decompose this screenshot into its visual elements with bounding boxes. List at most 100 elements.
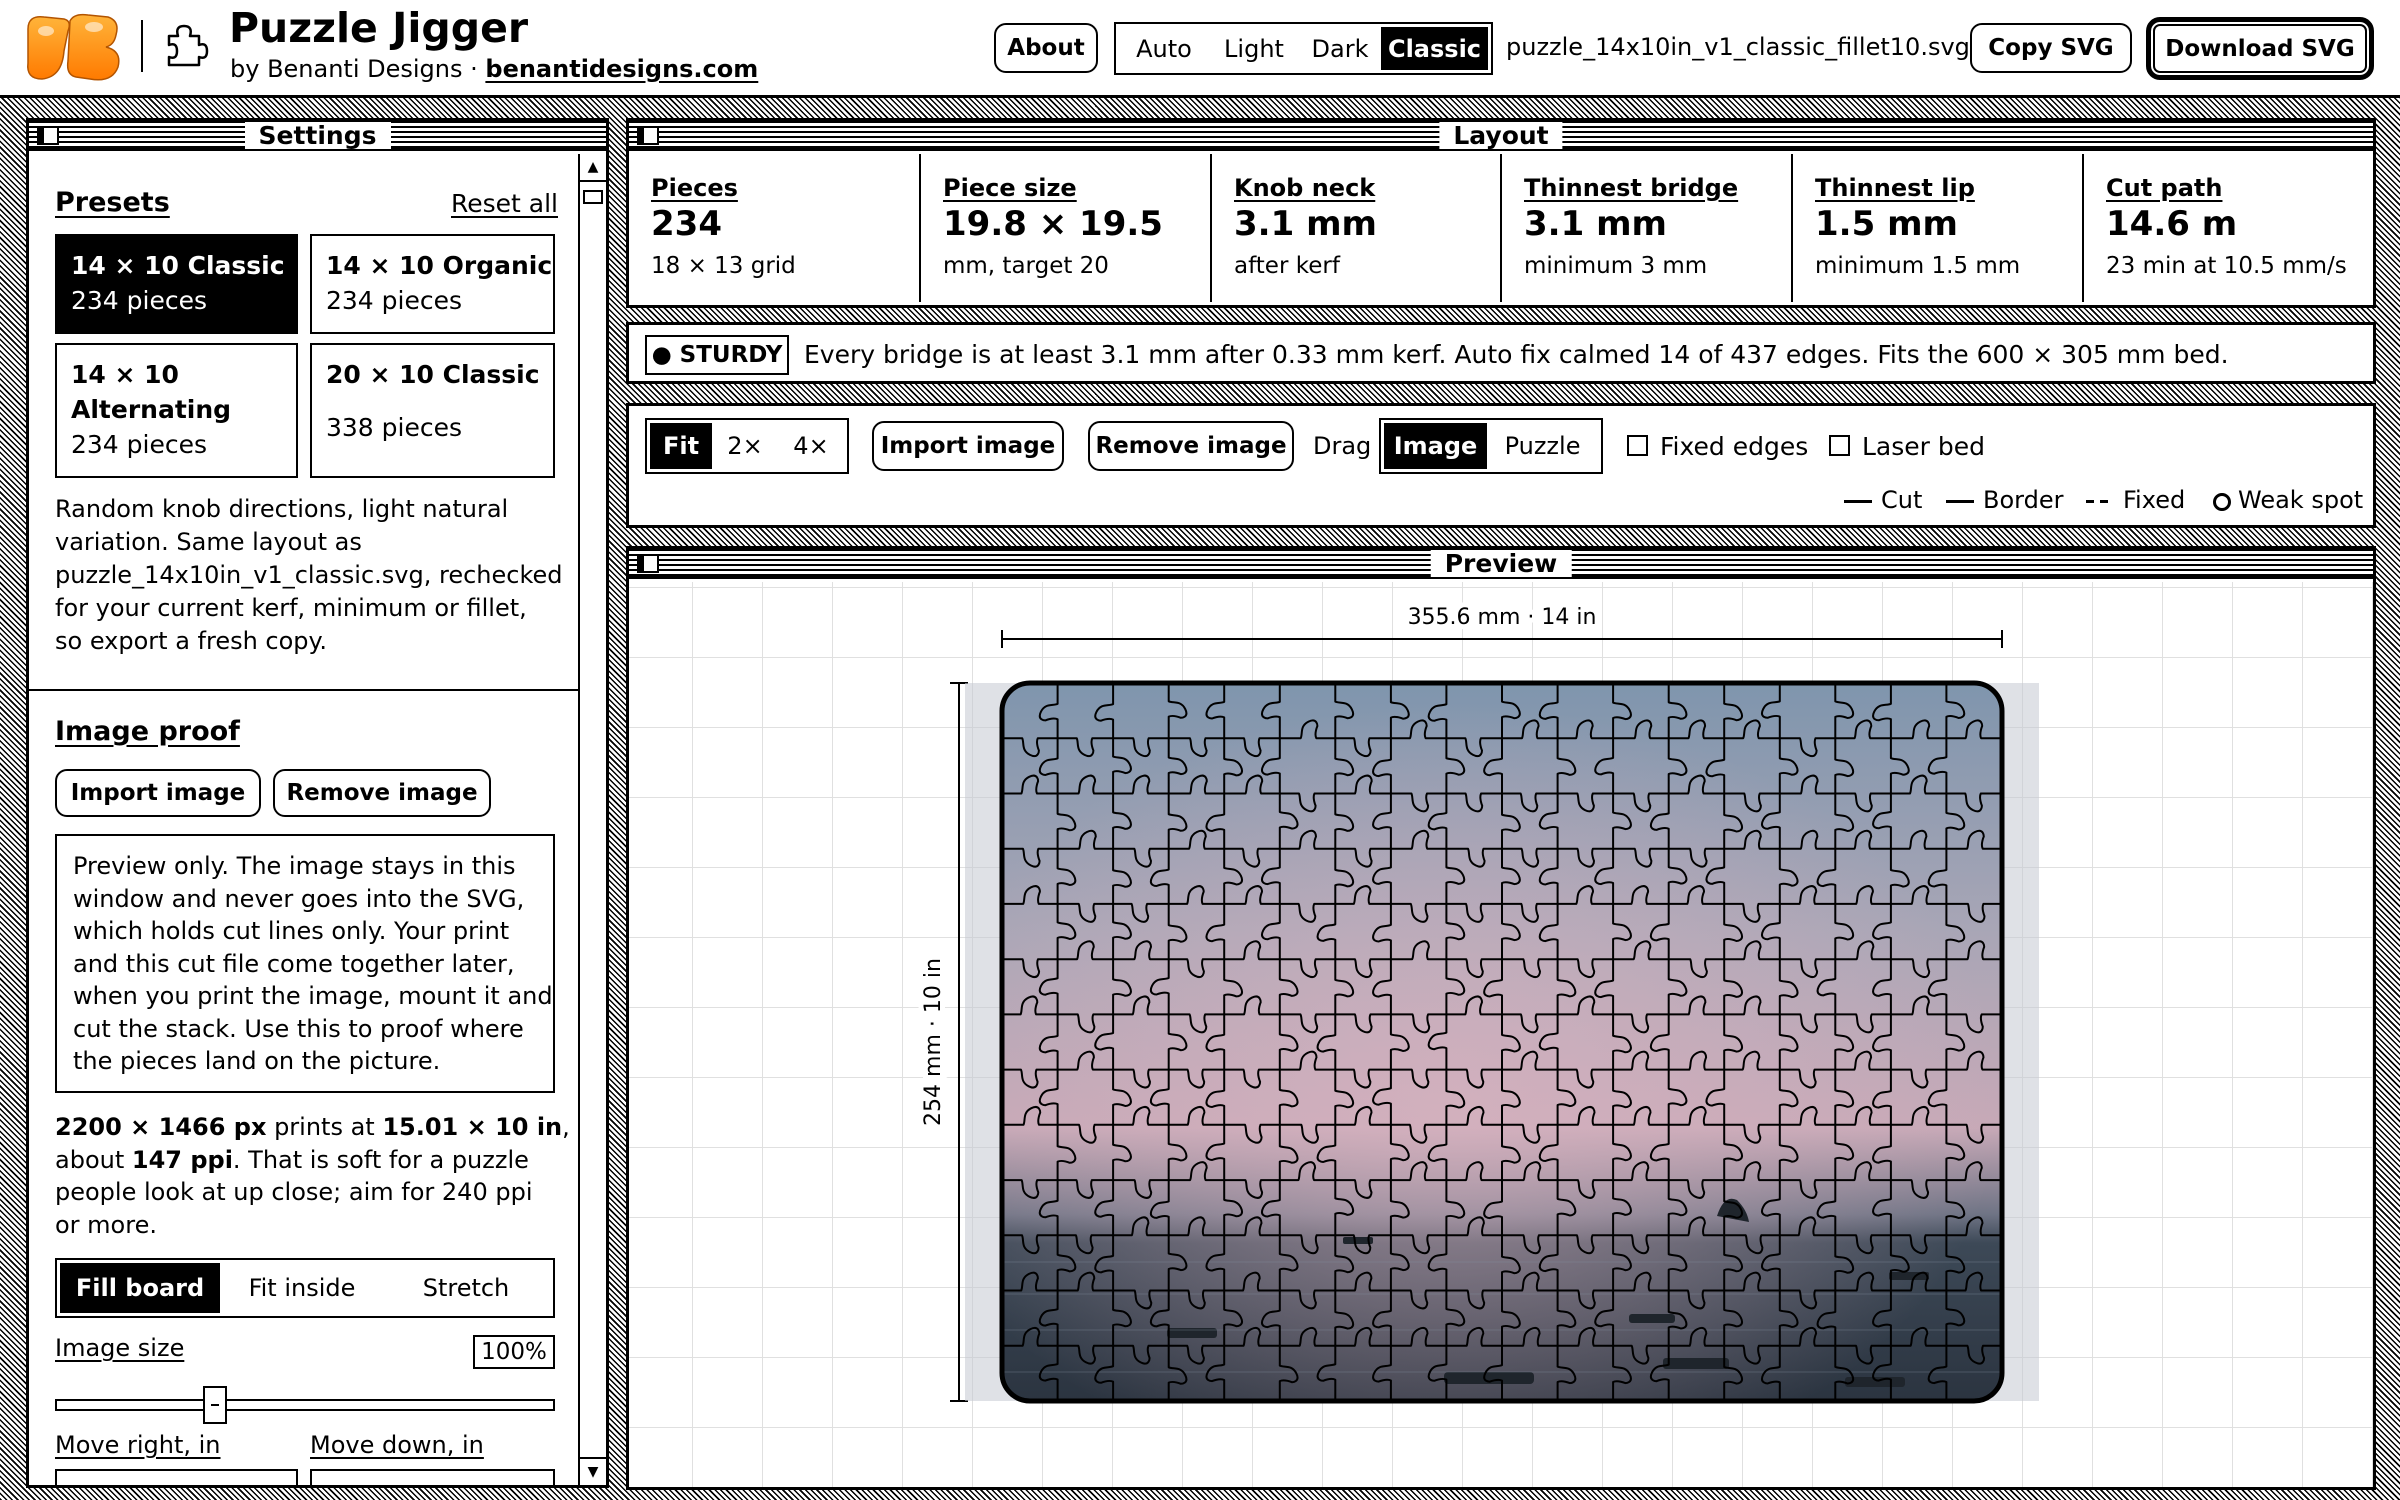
- layout-panel: Layout Pieces 234 18 × 13 grid Piece siz…: [626, 118, 2376, 308]
- legend-border-line: [1946, 500, 1974, 503]
- stat-sub: 18 × 13 grid: [651, 253, 796, 279]
- res-inches: 15.01 × 10 in: [382, 1113, 563, 1141]
- move-right-label: Move right, in: [55, 1431, 221, 1459]
- scroll-down-arrow-icon[interactable]: ▼: [580, 1457, 606, 1485]
- zoom-4x[interactable]: 4×: [778, 423, 844, 469]
- drag-puzzle[interactable]: Puzzle: [1487, 423, 1598, 469]
- laser-bed-label[interactable]: Laser bed: [1862, 432, 1985, 461]
- byline-link[interactable]: benantidesigns.com: [485, 55, 758, 83]
- stat-value: 234: [651, 204, 722, 244]
- stat-sub: minimum 3 mm: [1524, 253, 1708, 279]
- preset-count: 234 pieces: [326, 286, 463, 315]
- fit-mode-switcher: Fill board Fit inside Stretch: [55, 1258, 555, 1318]
- drag-label: Drag: [1313, 432, 1372, 460]
- stat-label: Cut path: [2106, 174, 2223, 202]
- dimension-width: [1001, 630, 2003, 648]
- theme-dark[interactable]: Dark: [1299, 27, 1381, 70]
- slider-thumb[interactable]: [203, 1386, 227, 1424]
- fit-mode-fill[interactable]: Fill board: [60, 1263, 220, 1313]
- about-button[interactable]: About: [994, 23, 1098, 73]
- res-t3: about: [55, 1145, 132, 1174]
- legend-cut-line: [1844, 500, 1872, 503]
- theme-auto[interactable]: Auto: [1119, 27, 1209, 70]
- preset-name: 14 × 10 Classic: [71, 251, 285, 280]
- drag-mode-switcher: Image Puzzle: [1379, 418, 1603, 474]
- laser-bed-checkbox[interactable]: [1829, 435, 1850, 456]
- res-t1: prints at: [266, 1113, 383, 1141]
- preset-name: 14 × 10 Alternating: [71, 357, 231, 427]
- puzzle-preview[interactable]: 355.6 mm · 14 in 254 mm · 10 in: [629, 582, 2373, 1487]
- preset-name: 20 × 10 Classic: [326, 360, 540, 389]
- move-down-input[interactable]: [310, 1469, 555, 1485]
- puzzle-image: [1002, 683, 2002, 1401]
- zoom-2x[interactable]: 2×: [712, 423, 778, 469]
- top-bar: Puzzle Jigger by Benanti Designs · benan…: [0, 0, 2400, 98]
- remove-image-button[interactable]: Remove image: [273, 769, 491, 817]
- fixed-edges-label[interactable]: Fixed edges: [1660, 432, 1808, 461]
- move-down-label: Move down, in: [310, 1431, 484, 1459]
- app-byline: by Benanti Designs · benantidesigns.com: [230, 55, 758, 83]
- preset-14x10-organic[interactable]: 14 × 10 Organic 234 pieces: [310, 234, 555, 334]
- reset-all-link[interactable]: Reset all: [451, 189, 558, 218]
- move-right-input[interactable]: [55, 1469, 298, 1485]
- drag-image[interactable]: Image: [1384, 423, 1488, 469]
- theme-classic[interactable]: Classic: [1381, 27, 1488, 70]
- settings-title: Settings: [244, 122, 391, 149]
- stat-label: Thinnest bridge: [1524, 174, 1739, 202]
- toolbar-import-image-button[interactable]: Import image: [872, 421, 1064, 471]
- zoom-switcher: Fit 2× 4×: [645, 418, 849, 474]
- stat-piece-size: Piece size 19.8 × 19.5 mm, target 20: [921, 154, 1212, 302]
- fit-mode-stretch[interactable]: Stretch: [384, 1263, 548, 1313]
- scroll-up-arrow-icon[interactable]: ▲: [580, 154, 606, 182]
- scroll-thumb[interactable]: [583, 190, 603, 204]
- sturdy-badge: ● STURDY: [645, 335, 789, 375]
- slider-track: [55, 1399, 555, 1411]
- preview-toolbar: Fit 2× 4× Import image Remove image Drag…: [626, 403, 2376, 528]
- image-size-slider[interactable]: [55, 1386, 555, 1426]
- fit-mode-fit-inside[interactable]: Fit inside: [220, 1263, 384, 1313]
- close-box-icon[interactable]: [37, 126, 59, 145]
- presets-heading: Presets: [55, 187, 170, 218]
- legend: Cut Border Fixed Weak spot: [1844, 486, 2400, 516]
- copy-svg-button[interactable]: Copy SVG: [1970, 23, 2132, 73]
- width-label: 355.6 mm · 14 in: [1408, 605, 1597, 630]
- close-box-icon[interactable]: [637, 554, 659, 573]
- preset-20x10-classic[interactable]: 20 × 10 Classic 338 pieces: [310, 343, 555, 478]
- proof-note-box: Preview only. The image stays in this wi…: [55, 834, 555, 1093]
- toolbar-remove-image-button[interactable]: Remove image: [1088, 421, 1294, 471]
- res-line: 2200 × 1466 px prints at 15.01 × 10 in,: [55, 1111, 570, 1144]
- import-image-button[interactable]: Import image: [55, 769, 261, 817]
- puzzle-piece-icon: [167, 24, 209, 67]
- legend-border: Border: [1983, 486, 2064, 514]
- zoom-fit[interactable]: Fit: [650, 423, 712, 469]
- note-line: and this cut file come together later,: [73, 949, 515, 978]
- theme-light[interactable]: Light: [1209, 27, 1299, 70]
- stat-pieces: Pieces 234 18 × 13 grid: [629, 154, 921, 302]
- header-divider: [141, 20, 143, 72]
- note-line: window and never goes into the SVG,: [73, 884, 525, 913]
- stat-value: 3.1 mm: [1234, 204, 1377, 244]
- note-line: Random knob directions, light natural: [55, 495, 509, 523]
- download-svg-button[interactable]: Download SVG: [2146, 17, 2374, 80]
- close-box-icon[interactable]: [637, 126, 659, 145]
- preset-14x10-classic[interactable]: 14 × 10 Classic 234 pieces: [55, 234, 298, 334]
- stat-value: 19.8 × 19.5: [943, 204, 1163, 244]
- weak-spot-icon: [2213, 493, 2231, 511]
- legend-fixed: Fixed: [2123, 486, 2186, 514]
- preview-panel: Preview 355.6 mm · 14 in 254 mm · 10 in: [626, 546, 2376, 1490]
- res-ppi: 147 ppi: [131, 1145, 233, 1174]
- image-size-value[interactable]: 100%: [473, 1335, 555, 1369]
- preset-14x10-alternating[interactable]: 14 × 10 Alternating 234 pieces: [55, 343, 298, 478]
- note-line: when you print the image, mount it and: [73, 982, 553, 1010]
- preset-name: 14 × 10 Organic: [326, 251, 553, 280]
- fixed-edges-checkbox[interactable]: [1627, 435, 1648, 456]
- note-line: the pieces land on the picture.: [73, 1047, 441, 1075]
- res-line: people look at up close; aim for 240 ppi: [55, 1178, 533, 1206]
- note-line: so export a fresh copy.: [55, 627, 327, 655]
- preview-canvas[interactable]: 355.6 mm · 14 in 254 mm · 10 in: [629, 582, 2373, 1487]
- stat-sub: minimum 1.5 mm: [1815, 253, 2021, 279]
- settings-scrollbar[interactable]: ▲ ▼: [578, 154, 606, 1485]
- stat-value: 3.1 mm: [1524, 204, 1667, 244]
- desktop-background: Settings ▲ ▼ Presets Reset all 14 × 10 C…: [0, 98, 2400, 1500]
- preset-count: 234 pieces: [71, 430, 208, 459]
